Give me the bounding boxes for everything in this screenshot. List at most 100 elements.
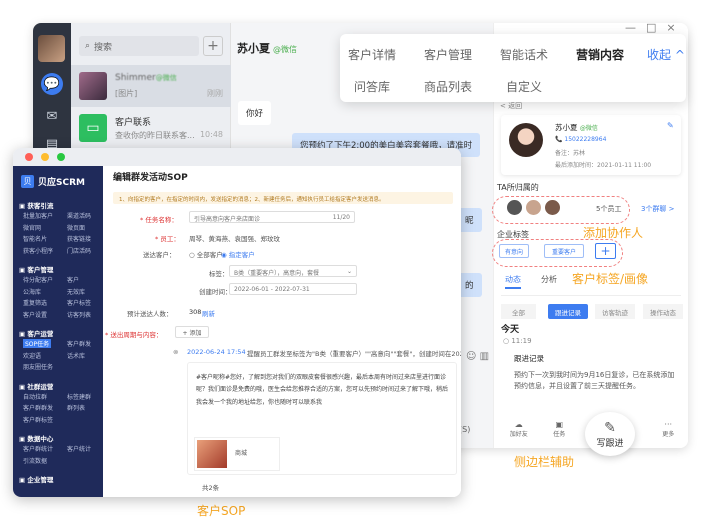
- tab-smart-scripts[interactable]: 智能话术: [500, 46, 548, 63]
- message-content-box: #客户昵称#您好，了解到您对我们的双眼皮套餐很感兴趣，最后本周有时间过来店里进行…: [187, 362, 457, 475]
- menu-item[interactable]: 无效库: [67, 287, 85, 296]
- menu-item[interactable]: 获客小程序: [23, 246, 53, 255]
- add-friend-button[interactable]: ☁ 加好友: [510, 420, 528, 446]
- mail-icon[interactable]: ✉: [40, 105, 64, 127]
- tab-custom[interactable]: 自定义: [506, 78, 542, 95]
- menu-item[interactable]: 获客链接: [67, 234, 91, 243]
- menu-item[interactable]: 客户群发: [67, 339, 91, 348]
- conversation-item[interactable]: ▭ 客户联系 查收你的昨日联系客... 10:48: [71, 107, 231, 149]
- maximize-button[interactable]: □: [646, 21, 666, 34]
- minimize-dot[interactable]: [41, 153, 49, 161]
- close-dot[interactable]: [25, 153, 33, 161]
- menu-item[interactable]: 公海库: [23, 287, 41, 296]
- menu-group-heading[interactable]: ▣ 获客引流: [19, 200, 53, 210]
- menu-item[interactable]: 智能名片: [23, 234, 47, 243]
- tag-select[interactable]: B类（重要客户），高意向，套餐 ⌄: [229, 265, 357, 277]
- menu-item[interactable]: 群列表: [67, 403, 85, 412]
- emoji-icon[interactable]: ☺ ▥: [466, 351, 489, 362]
- menu-item[interactable]: 门店活码: [67, 246, 91, 255]
- filter-visitor[interactable]: 访客轨迹: [595, 304, 635, 319]
- group-chats-link[interactable]: 3个群聊 >: [641, 204, 675, 214]
- search-icon: ⌕: [85, 41, 91, 51]
- menu-item[interactable]: 自动拉群: [23, 392, 47, 401]
- add-friend-icon: ☁: [514, 420, 523, 429]
- conversation-item[interactable]: Shimmer@微信 [图片] 刚刚: [71, 65, 231, 107]
- date-range-input[interactable]: 2022-06-01 - 2022-07-31: [229, 283, 357, 295]
- timeline-text: 提醒员工群发至标签为"B类（重要客户）""高意向""套餐"，创建时间在2022: [247, 350, 461, 358]
- menu-item[interactable]: 待分配客户: [23, 275, 53, 284]
- menu-item[interactable]: 客户群统计: [23, 444, 53, 453]
- tab-customer-detail[interactable]: 客户详情: [348, 46, 396, 63]
- task-button[interactable]: ▣ 任务: [553, 420, 565, 446]
- tab-activity[interactable]: 动态: [505, 274, 521, 285]
- menu-group-heading[interactable]: ▣ 客户运营: [19, 328, 53, 338]
- refresh-link[interactable]: 刷新: [202, 308, 215, 318]
- menu-item[interactable]: 客户群标签: [23, 415, 53, 424]
- back-link[interactable]: < 返回: [500, 101, 522, 111]
- annotation-sidebar-assist: 侧边栏辅助: [514, 455, 575, 469]
- close-button[interactable]: ×: [666, 21, 685, 34]
- staff-value[interactable]: 周琴、黄海燕、袁国强、郑玟玟: [189, 233, 280, 243]
- radio-specified[interactable]: ◉ 指定客户: [221, 249, 255, 259]
- menu-item[interactable]: 客户标签: [67, 298, 91, 307]
- menu-item[interactable]: SOP任务: [23, 339, 52, 348]
- followup-record: 跟进记录 预约下一次到我时间为9月16日复诊，已在系统添加预约信息，并且设置了前…: [514, 354, 675, 390]
- menu-item[interactable]: 渠道活码: [67, 211, 91, 220]
- collapse-button[interactable]: 收起 ^: [647, 46, 685, 63]
- write-followup-button[interactable]: ✎ 写跟进: [585, 412, 635, 456]
- tab-customer-manage[interactable]: 客户管理: [424, 46, 472, 63]
- menu-item[interactable]: 微页面: [67, 223, 85, 232]
- menu-item[interactable]: 重复筛选: [23, 298, 47, 307]
- annotation-customer-tags: 客户标签/画像: [572, 272, 649, 286]
- tag-highlight: [492, 239, 623, 267]
- menu-group-heading[interactable]: ▣ 企业管理: [19, 474, 53, 484]
- minimize-button[interactable]: —: [625, 21, 646, 34]
- menu-item[interactable]: 客户: [67, 275, 79, 284]
- menu-item[interactable]: 欢迎语: [23, 351, 41, 360]
- more-icon: ···: [664, 420, 673, 429]
- annotation-add-collaborator: 添加协作人: [583, 226, 644, 240]
- more-button[interactable]: ··· 更多: [662, 420, 674, 446]
- menu-item[interactable]: 客户设置: [23, 310, 47, 319]
- menu-group-heading[interactable]: ▣ 客户管理: [19, 264, 53, 274]
- filter-followup[interactable]: 跟进记录: [548, 304, 588, 319]
- chat-title: 苏小夏 @微信: [237, 42, 297, 55]
- brand-logo: 贝 贝应SCRM: [21, 175, 85, 188]
- annotation-customer-sop: 客户SOP: [197, 504, 246, 518]
- radio-all[interactable]: ○ 全部客户: [189, 249, 223, 259]
- tab-panel: 客户详情 客户管理 智能话术 营销内容 收起 ^ 问答库 商品列表 自定义: [340, 34, 686, 102]
- window-controls: —□×: [625, 21, 686, 34]
- menu-group-heading[interactable]: ▣ 数据中心: [19, 433, 53, 443]
- menu-item[interactable]: 话术库: [67, 351, 85, 360]
- menu-item[interactable]: 微官网: [23, 223, 41, 232]
- tab-product-list[interactable]: 商品列表: [424, 78, 472, 95]
- customer-avatar: [509, 123, 543, 157]
- page-title: 编辑群发活动SOP: [113, 173, 188, 183]
- shop-image: [197, 440, 227, 468]
- menu-item[interactable]: 朋友圈任务: [23, 362, 53, 371]
- sop-titlebar: [13, 148, 461, 166]
- edit-icon[interactable]: ✎: [667, 121, 674, 130]
- chat-icon[interactable]: 💬: [41, 73, 63, 95]
- filter-all[interactable]: 全部: [501, 304, 536, 319]
- menu-item[interactable]: 客户统计: [67, 444, 91, 453]
- menu-group-heading[interactable]: ▣ 社群运营: [19, 381, 53, 391]
- menu-item[interactable]: 客户群群发: [23, 403, 53, 412]
- search-input[interactable]: ⌕ 搜索: [79, 36, 199, 56]
- sop-window: 贝 贝应SCRM ▣ 获客引流 批量加客户 渠道活码微官网 微页面智能名片 获客链接获客…: [13, 148, 461, 497]
- task-name-input[interactable]: 引导高意向客户来店面诊 11/20: [189, 211, 355, 223]
- tab-marketing[interactable]: 营销内容: [576, 46, 624, 63]
- shop-card[interactable]: 商城: [194, 437, 280, 471]
- zoom-dot[interactable]: [57, 153, 65, 161]
- menu-item[interactable]: 访客列表: [67, 310, 91, 319]
- tab-qa-library[interactable]: 问答库: [354, 78, 390, 95]
- add-button[interactable]: +: [203, 36, 223, 56]
- timeline-time: 2022-06-24 17:54: [187, 348, 246, 356]
- add-content-button[interactable]: + 添加: [175, 326, 209, 338]
- filter-operations[interactable]: 操作动态: [643, 304, 683, 319]
- menu-item[interactable]: 引流数据: [23, 456, 47, 465]
- menu-item[interactable]: 标签建群: [67, 392, 91, 401]
- tab-analysis[interactable]: 分析: [541, 274, 557, 285]
- user-avatar[interactable]: [38, 35, 65, 62]
- menu-item[interactable]: 批量加客户: [23, 211, 53, 220]
